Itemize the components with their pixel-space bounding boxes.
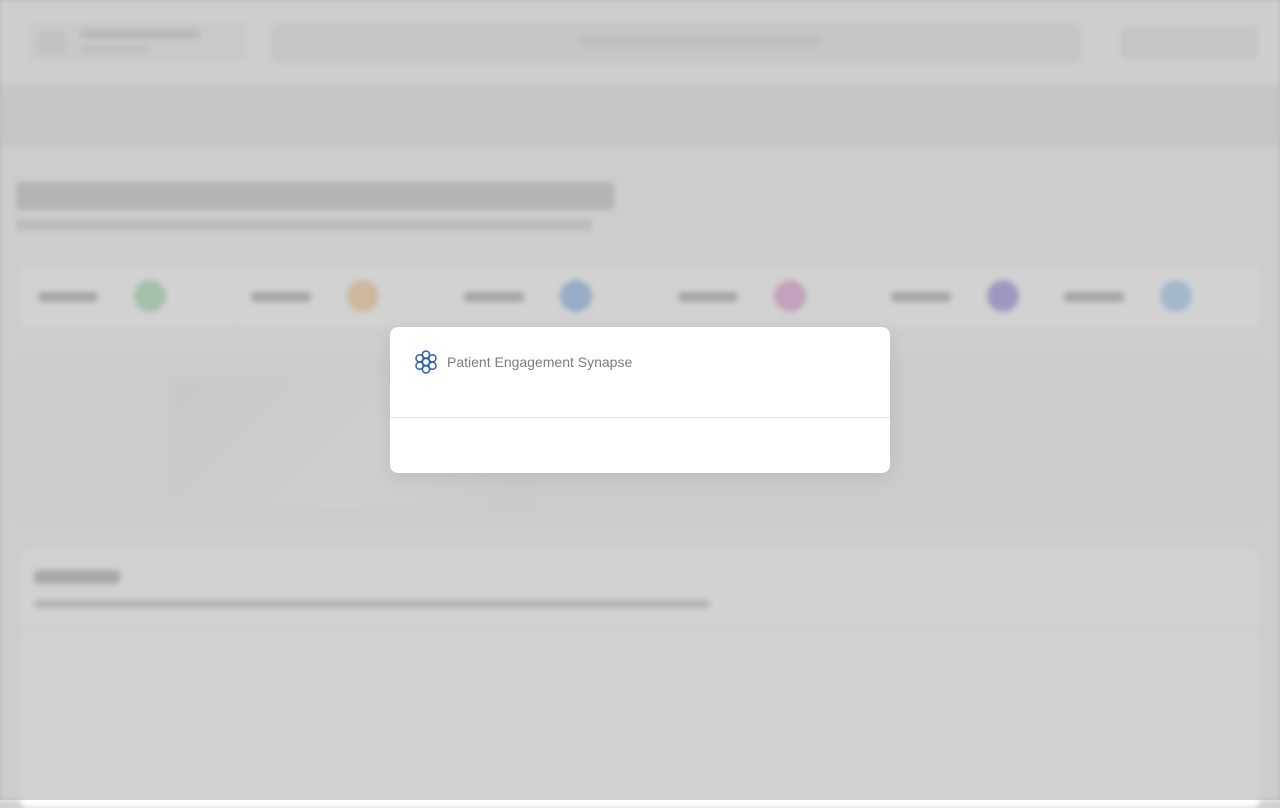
modal-body (390, 419, 890, 473)
loading-modal: Patient Engagement Synapse (390, 327, 890, 473)
network-cluster-icon (413, 349, 439, 375)
modal-brand-name: Patient Engagement Synapse (447, 354, 633, 370)
modal-header: Patient Engagement Synapse (390, 327, 890, 418)
